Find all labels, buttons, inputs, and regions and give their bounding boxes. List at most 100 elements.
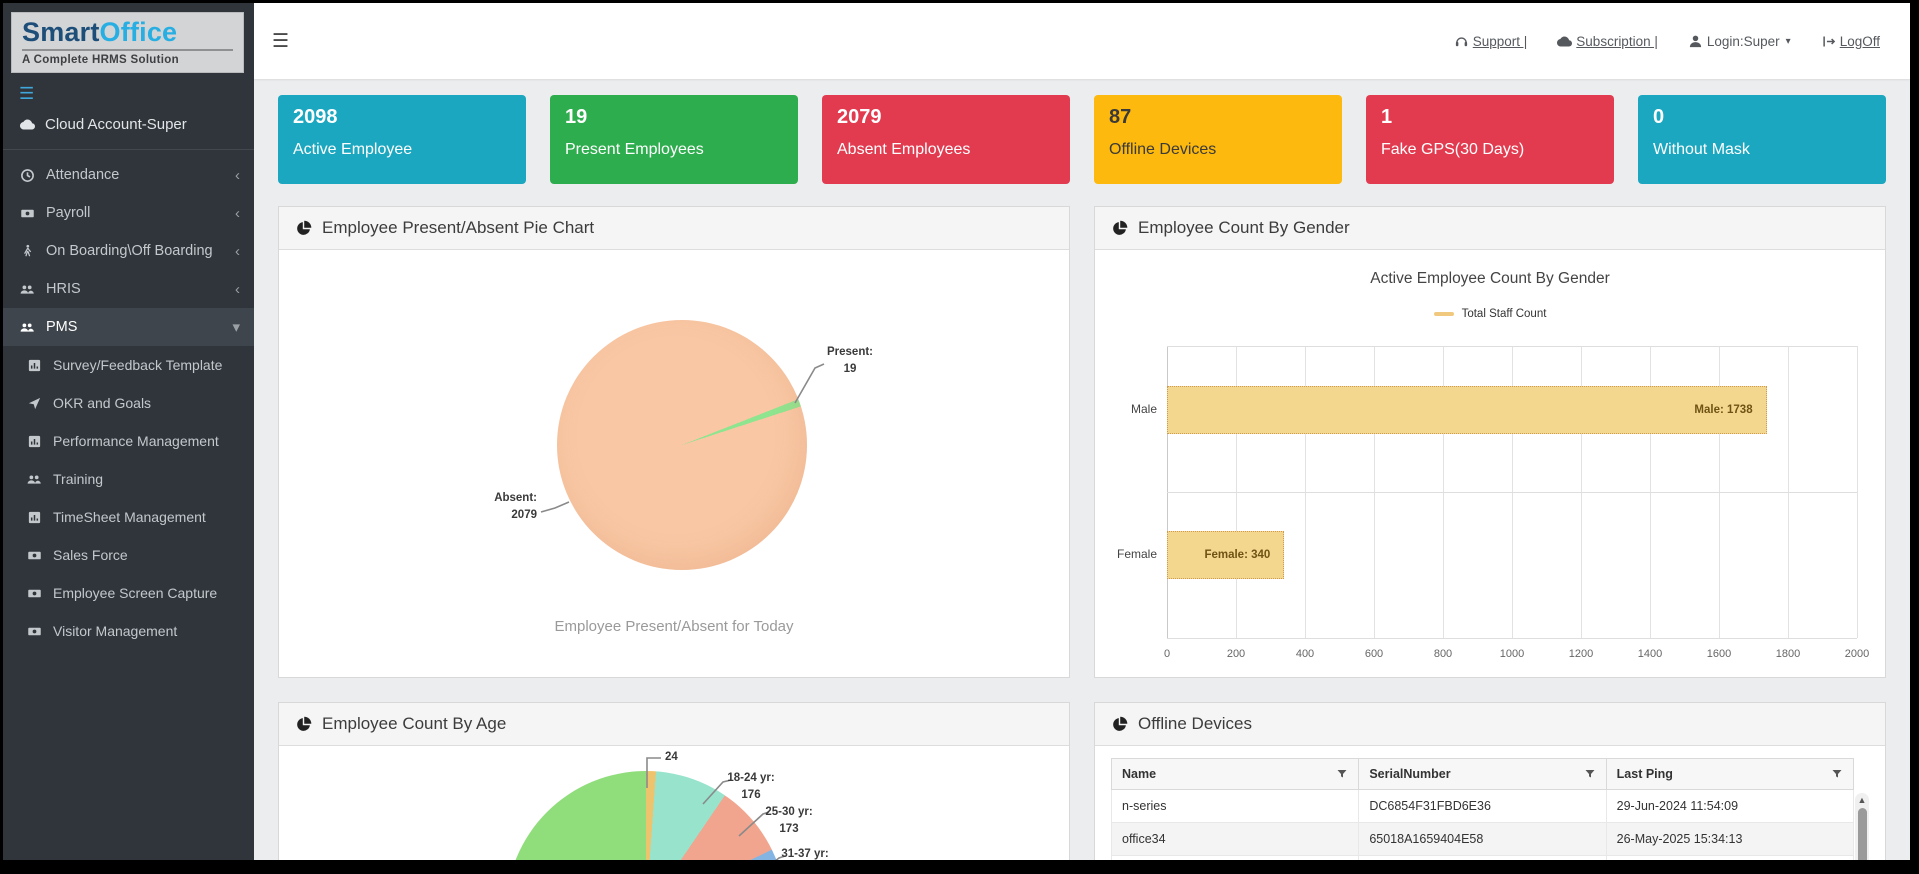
category-label-male: Male	[1095, 402, 1157, 416]
sidebar-item-okr-and-goals[interactable]: OKR and Goals	[3, 384, 254, 422]
kpi-card-active-employee[interactable]: 2098 Active Employee	[278, 95, 526, 184]
age-chart: 2418-24 yr:17625-30 yr:17331-37 yr:47	[279, 746, 1069, 874]
logoff-label: LogOff	[1840, 34, 1880, 49]
logo-brand-secondary: Office	[100, 17, 178, 47]
sidebar-item-training[interactable]: Training	[3, 460, 254, 498]
support-label: Support |	[1473, 34, 1528, 49]
user-icon	[1688, 34, 1703, 49]
sidebar-item-label: PMS	[46, 319, 77, 335]
menu-toggle-icon[interactable]: ☰	[272, 30, 289, 53]
kpi-card-fake-gps-30-days[interactable]: 1Fake GPS(30 Days)	[1366, 95, 1614, 184]
sidebar-item-hris[interactable]: HRIS‹	[3, 270, 254, 308]
legend-swatch	[1434, 312, 1454, 316]
sidebar-item-label: TimeSheet Management	[53, 509, 206, 525]
sidebar-item-sales-force[interactable]: Sales Force	[3, 536, 254, 574]
filter-icon[interactable]	[1336, 768, 1348, 780]
gridline	[1167, 346, 1857, 347]
users-icon	[26, 472, 43, 487]
kpi-label: Without Mask	[1653, 141, 1871, 159]
sidebar-item-survey-feedback-template[interactable]: Survey/Feedback Template	[3, 346, 254, 384]
subscription-link[interactable]: Subscription |	[1557, 34, 1658, 49]
table-row[interactable]: office3465018A1659404E5826-May-2025 15:3…	[1112, 823, 1854, 856]
logo-brand-primary: Smart	[22, 17, 100, 47]
money-icon	[26, 586, 43, 601]
sidebar-item-pms[interactable]: PMS▾	[3, 308, 254, 346]
signout-icon	[1821, 34, 1836, 49]
panel-title: Employee Present/Absent Pie Chart	[322, 218, 594, 238]
chevron-left-icon: ‹	[235, 244, 240, 259]
top-header: ☰ Support | Subscription | Login:Super▾ Log…	[254, 3, 1910, 79]
panel-age-header: Employee Count By Age	[279, 703, 1069, 746]
sidebar-item-employee-screen-capture[interactable]: Employee Screen Capture	[3, 574, 254, 612]
table-scrollbar[interactable]: ▲	[1855, 793, 1869, 874]
cloud-account-item[interactable]: Cloud Account-Super	[3, 104, 254, 147]
filter-icon[interactable]	[1831, 768, 1843, 780]
panel-gender-header: Employee Count By Gender	[1095, 207, 1885, 250]
kpi-value: 87	[1109, 106, 1327, 129]
pie-chart-icon	[1111, 716, 1128, 733]
sidebar-item-visitor-management[interactable]: Visitor Management	[3, 612, 254, 650]
cloud-icon	[1557, 34, 1572, 49]
sidebar-item-label: Training	[53, 471, 103, 487]
sidebar-item-payroll[interactable]: Payroll‹	[3, 194, 254, 232]
kpi-value: 19	[565, 106, 783, 129]
support-link[interactable]: Support |	[1454, 34, 1528, 49]
panel-age: Employee Count By Age 2418-24 yr:17625	[278, 702, 1070, 874]
column-header-last-ping: Last Ping	[1606, 759, 1853, 790]
kpi-label: Active Employee	[293, 141, 511, 159]
gridline	[1857, 346, 1858, 638]
headset-icon	[1454, 34, 1469, 49]
panel-devices-header: Offline Devices	[1095, 703, 1885, 746]
users-icon	[19, 282, 36, 297]
sidebar-item-timesheet-management[interactable]: TimeSheet Management	[3, 498, 254, 536]
pie-chart-icon	[295, 220, 312, 237]
scrollbar-thumb[interactable]	[1858, 808, 1867, 866]
kpi-value: 2098	[293, 106, 511, 129]
scroll-up-icon[interactable]: ▲	[1855, 793, 1869, 805]
kpi-card-absent-employees[interactable]: 2079Absent Employees	[822, 95, 1070, 184]
kpi-card-offline-devices[interactable]: 87 Offline Devices	[1094, 95, 1342, 184]
kpi-card-without-mask[interactable]: 0Without Mask	[1638, 95, 1886, 184]
panel-title: Employee Count By Gender	[1138, 218, 1350, 238]
kpi-card-present-employees[interactable]: 19Present Employees	[550, 95, 798, 184]
table-cell: 29-Jun-2024 11:54:09	[1606, 790, 1853, 823]
chart-icon	[26, 434, 43, 449]
kpi-label: Offline Devices	[1109, 141, 1327, 159]
sidebar-hamburger-icon[interactable]: ☰	[3, 77, 254, 104]
table-row[interactable]: n-seriesDC6854F31FBD6E3629-Jun-2024 11:5…	[1112, 790, 1854, 823]
age-slice-label: 31-37 yr:47	[769, 846, 841, 874]
age-slice-label: 25-30 yr:173	[753, 804, 825, 837]
table-row[interactable]: officeC2696422DF1A093217-Nov-2022 17:02:…	[1112, 856, 1854, 874]
age-chart-clip: 2418-24 yr:17625-30 yr:17331-37 yr:47	[279, 746, 1069, 874]
sidebar-item-attendance[interactable]: Attendance ‹	[3, 156, 254, 194]
app-logo-title: SmartOffice	[22, 18, 233, 46]
bar-female: Female: 340	[1167, 531, 1284, 579]
gender-chart-title: Active Employee Count By Gender	[1095, 270, 1885, 288]
sidebar-item-performance-management[interactable]: Performance Management	[3, 422, 254, 460]
sidebar-item-label: Survey/Feedback Template	[53, 357, 222, 373]
kpi-label: Absent Employees	[837, 141, 1055, 159]
chevron-left-icon: ‹	[235, 168, 240, 183]
login-link[interactable]: Login:Super▾	[1688, 34, 1791, 49]
x-tick-label: 800	[1434, 648, 1452, 660]
chart-icon	[26, 510, 43, 525]
sidebar-item-label: Attendance	[46, 167, 119, 183]
logo-tagline: A Complete HRMS Solution	[22, 49, 233, 66]
main-area: ☰ Support | Subscription | Login:Super▾ Log…	[254, 3, 1910, 860]
logoff-link[interactable]: LogOff	[1821, 34, 1880, 49]
send-icon	[26, 396, 43, 411]
table-cell: n-series	[1112, 790, 1359, 823]
filter-icon[interactable]	[1584, 768, 1596, 780]
clock-icon	[19, 168, 36, 183]
subscription-label: Subscription |	[1576, 34, 1658, 49]
gridline	[1167, 492, 1857, 493]
column-label: Name	[1122, 767, 1156, 781]
gender-chart-legend[interactable]: Total Staff Count	[1095, 308, 1885, 320]
pie-chart-icon	[295, 716, 312, 733]
age-slice-label: 18-24 yr:176	[715, 770, 787, 803]
category-label-female: Female	[1095, 547, 1157, 561]
sidebar-item-on-boarding-off-boarding[interactable]: On Boarding\Off Boarding‹	[3, 232, 254, 270]
bar-value-label: Female: 340	[1168, 532, 1283, 578]
cloud-account-label: Cloud Account-Super	[45, 116, 187, 133]
app-window: SmartOffice A Complete HRMS Solution ☰ C…	[0, 0, 1919, 874]
